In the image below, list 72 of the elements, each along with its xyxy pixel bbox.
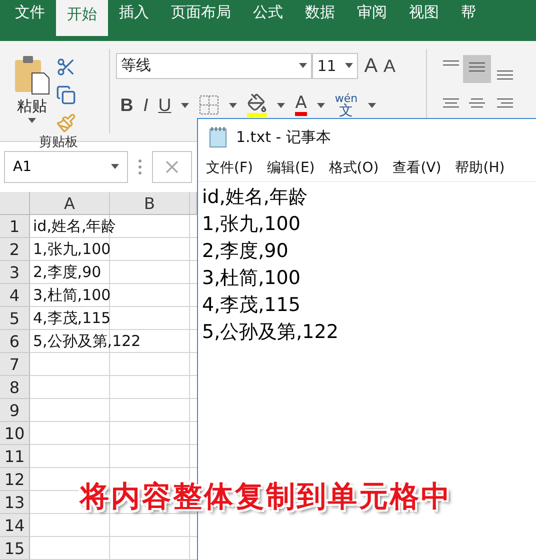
row-header[interactable]: 6 — [0, 330, 30, 353]
text-line: 1,张九,100 — [202, 212, 300, 237]
row-header[interactable]: 2 — [0, 238, 30, 261]
underline-button[interactable]: U — [158, 96, 172, 114]
ribbon-tab[interactable]: 插入 — [108, 0, 160, 30]
row-header[interactable]: 8 — [0, 376, 30, 399]
ribbon-tab[interactable]: 审阅 — [346, 0, 398, 30]
font-name-combo[interactable]: 等线 — [116, 52, 312, 79]
caret-icon — [345, 63, 354, 68]
row-header[interactable]: 5 — [0, 307, 30, 330]
name-box[interactable]: A1 — [4, 150, 128, 183]
row-header[interactable]: 10 — [0, 422, 30, 445]
row-header[interactable]: 4 — [0, 284, 30, 307]
row-header[interactable]: 14 — [0, 514, 30, 537]
copy-icon[interactable] — [56, 84, 76, 105]
ribbon-tab[interactable]: 视图 — [398, 0, 450, 30]
caret-icon — [28, 118, 36, 123]
font-size-combo[interactable]: 11 — [312, 52, 358, 79]
more-icon — [138, 158, 142, 175]
text-line: 4,李茂,115 — [202, 293, 300, 318]
table-cell: 5,公孙及第,122 — [33, 332, 141, 351]
grow-font-button[interactable]: A — [364, 56, 378, 76]
column-header[interactable]: B — [110, 192, 190, 215]
shrink-font-button[interactable]: A — [384, 56, 396, 75]
paste-button[interactable]: 粘贴 — [14, 54, 50, 133]
group-label: 剪贴板 — [38, 134, 80, 151]
caret-icon — [299, 63, 308, 68]
caret-icon — [181, 102, 190, 108]
row-header[interactable]: 13 — [0, 491, 30, 514]
table-cell: 4,李茂,115 — [33, 309, 111, 328]
window-title: 1.txt - 记事本 — [236, 128, 331, 146]
cancel-button[interactable] — [152, 150, 192, 183]
text-line: 2,李度,90 — [202, 239, 288, 264]
ribbon-tab[interactable]: 文件 — [4, 0, 56, 30]
scissors-icon[interactable] — [56, 56, 76, 77]
menu-item[interactable]: 格式(O) — [328, 159, 379, 177]
row-header[interactable]: 1 — [0, 215, 30, 238]
row-header[interactable]: 7 — [0, 353, 30, 376]
phonetic-button[interactable]: wén 文 — [334, 92, 358, 118]
ribbon-tab[interactable]: 数据 — [294, 0, 346, 30]
menu-item[interactable]: 文件(F) — [206, 159, 253, 177]
table-cell: id,姓名,年龄 — [33, 217, 116, 236]
table-cell: 1,张九,100 — [33, 240, 111, 259]
clipboard-icon — [14, 54, 50, 95]
row-header[interactable]: 12 — [0, 468, 30, 491]
text-line: id,姓名,年龄 — [202, 185, 308, 210]
ribbon-tab[interactable]: 公式 — [242, 0, 294, 30]
caret-icon — [368, 102, 376, 108]
row-header[interactable]: 15 — [0, 537, 30, 560]
text-line: 3,杜简,100 — [202, 266, 300, 291]
ribbon-tab[interactable]: 开始 — [56, 0, 108, 36]
row-header[interactable]: 3 — [0, 261, 30, 284]
row-header[interactable]: 9 — [0, 399, 30, 422]
table-cell: 3,杜简,100 — [33, 286, 111, 305]
row-header[interactable]: 11 — [0, 445, 30, 468]
ribbon-tab[interactable]: 帮 — [450, 0, 487, 30]
notepad-icon — [208, 126, 228, 148]
caret-icon — [111, 164, 119, 170]
caret-icon — [229, 102, 238, 108]
menu-item[interactable]: 帮助(H) — [455, 159, 505, 177]
paintbrush-icon[interactable] — [56, 112, 76, 133]
borders-icon[interactable] — [199, 95, 220, 116]
bold-button[interactable]: B — [120, 96, 134, 114]
caret-icon — [316, 102, 325, 108]
table-cell: 2,李度,90 — [33, 263, 102, 282]
ribbon-tab[interactable]: 页面布局 — [160, 0, 242, 30]
italic-button[interactable]: I — [143, 96, 148, 114]
caret-icon — [277, 102, 286, 108]
text-line: 5,公孙及第,122 — [202, 320, 338, 345]
menu-item[interactable]: 编辑(E) — [266, 159, 315, 177]
menu-item[interactable]: 查看(V) — [392, 159, 442, 177]
column-header[interactable]: A — [30, 192, 110, 215]
